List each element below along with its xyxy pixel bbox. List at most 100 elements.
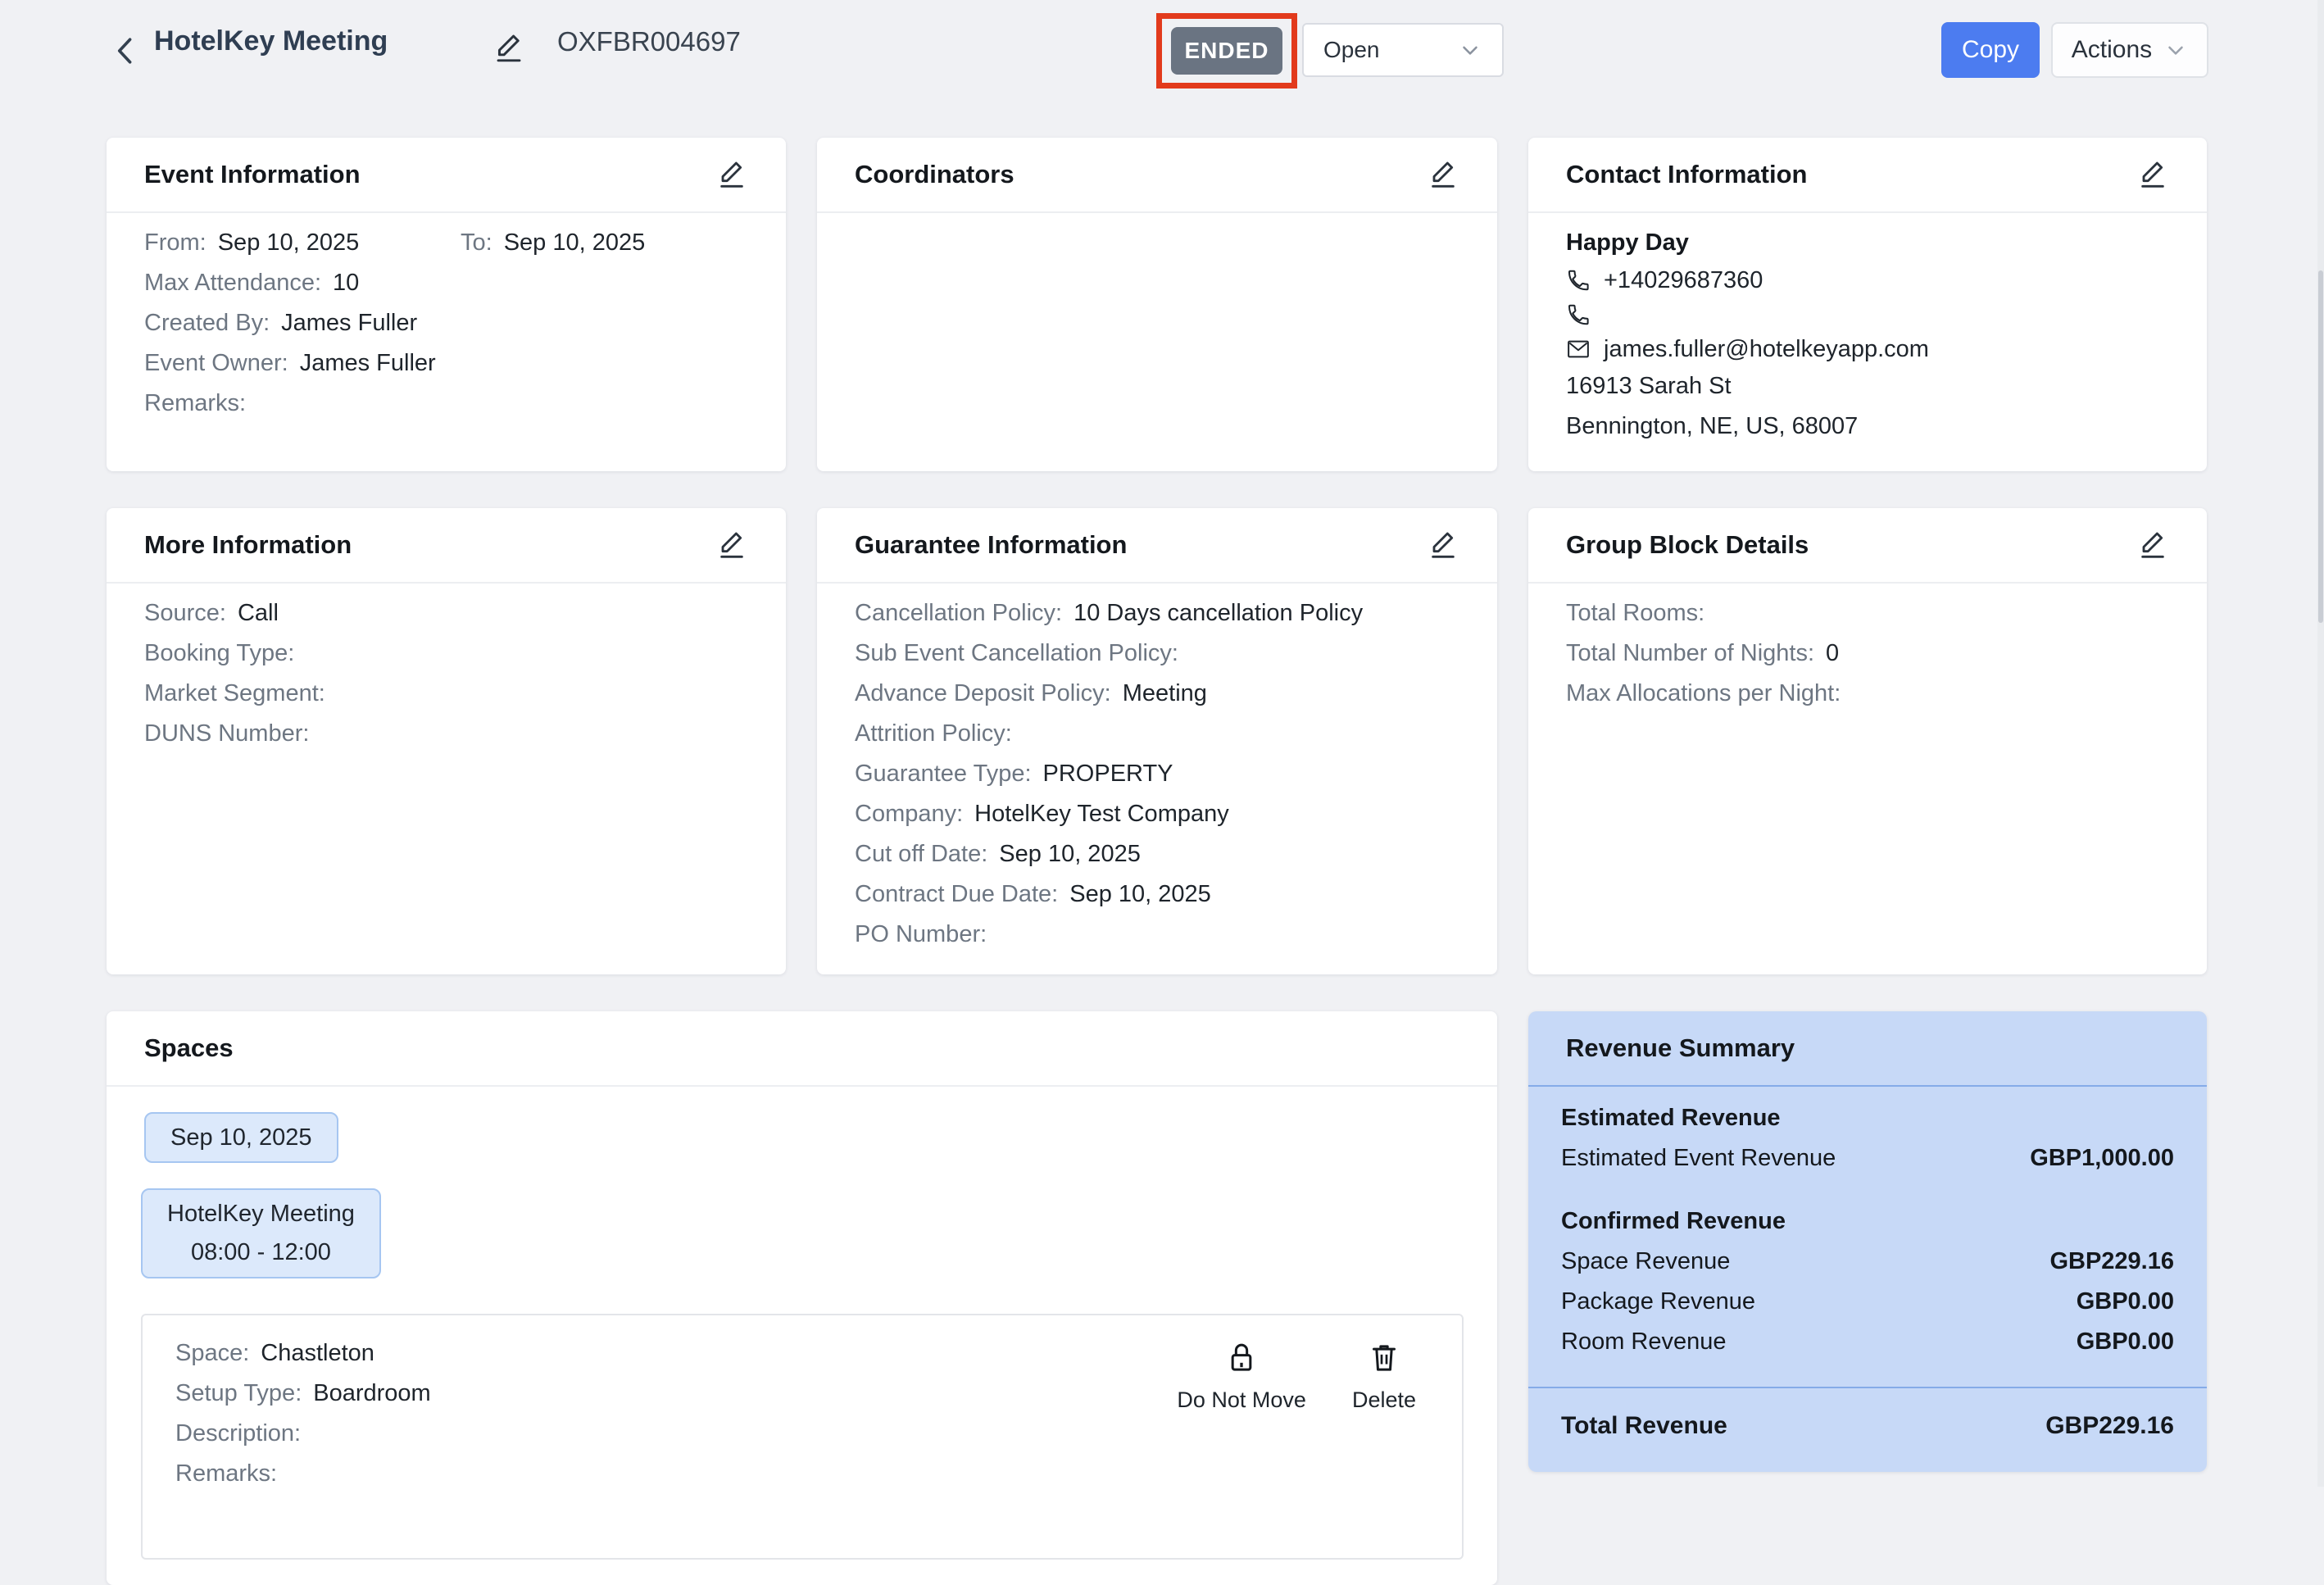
content-grid: Event Information From: Sep 10, 2025 To:…: [107, 138, 2317, 1585]
revenue-section-label: Confirmed Revenue: [1561, 1208, 1786, 1235]
actions-button[interactable]: Actions: [2051, 22, 2208, 78]
pencil-icon[interactable]: [1427, 157, 1459, 193]
guarantee-information-card: Guarantee Information Cancellation Polic…: [817, 508, 1497, 974]
field-value: 10 Days cancellation Policy: [1073, 600, 1363, 627]
pencil-icon[interactable]: [715, 157, 748, 193]
revenue-row: Estimated Event Revenue GBP1,000.00: [1561, 1138, 2174, 1179]
space-booking-chip[interactable]: HotelKey Meeting 08:00 - 12:00: [141, 1188, 381, 1278]
revenue-total-label: Total Revenue: [1561, 1412, 1727, 1440]
card-title: Spaces: [144, 1033, 234, 1063]
revenue-row: Room Revenue GBP0.00: [1561, 1322, 2174, 1362]
space-date-chip[interactable]: Sep 10, 2025: [144, 1112, 338, 1163]
field-row: Company: HotelKey Test Company: [855, 794, 1459, 834]
field-row: Created By: James Fuller: [144, 303, 748, 343]
booking-chip-name: HotelKey Meeting: [167, 1195, 355, 1233]
space-detail-panel: Space: Chastleton Setup Type: Boardroom …: [141, 1314, 1464, 1560]
scrollbar[interactable]: [2317, 0, 2324, 1487]
field-label: Space:: [175, 1340, 249, 1367]
field-value: HotelKey Test Company: [974, 801, 1229, 828]
field-value: 0: [1826, 640, 1839, 667]
pencil-icon[interactable]: [1427, 527, 1459, 563]
pencil-icon[interactable]: [2136, 527, 2169, 563]
field-label: Description:: [175, 1420, 301, 1447]
do-not-move-button[interactable]: Do Not Move: [1177, 1340, 1306, 1413]
do-not-move-label: Do Not Move: [1177, 1387, 1306, 1413]
revenue-row-label: Estimated Event Revenue: [1561, 1145, 1836, 1172]
contact-phone-row: +14029687360: [1566, 263, 2169, 297]
revenue-row-amount: GBP0.00: [2077, 1288, 2174, 1315]
revenue-section-header: Estimated Revenue: [1561, 1098, 2174, 1138]
card-title: Group Block Details: [1566, 530, 1809, 560]
chevron-left-icon: [108, 31, 144, 70]
revenue-row-label: Space Revenue: [1561, 1248, 1730, 1275]
record-id: OXFBR004697: [557, 26, 741, 57]
field-label: Booking Type:: [144, 640, 294, 667]
event-information-card: Event Information From: Sep 10, 2025 To:…: [107, 138, 786, 471]
field-row: From: Sep 10, 2025 To: Sep 10, 2025: [144, 223, 748, 263]
spaces-card: Spaces Sep 10, 2025 HotelKey Meeting 08:…: [107, 1011, 1497, 1585]
field-row: Source: Call: [144, 593, 748, 634]
field-row: Market Segment:: [144, 674, 748, 714]
contact-information-card: Contact Information Happy Day +140296873…: [1528, 138, 2207, 471]
revenue-row-label: Package Revenue: [1561, 1288, 1755, 1315]
pencil-icon[interactable]: [2136, 157, 2169, 193]
revenue-row: Package Revenue GBP0.00: [1561, 1282, 2174, 1322]
field-label: Source:: [144, 600, 226, 627]
field-row: Contract Due Date: Sep 10, 2025: [855, 874, 1459, 915]
revenue-row-amount: GBP0.00: [2077, 1328, 2174, 1356]
revenue-total-row: Total Revenue GBP229.16: [1528, 1387, 2207, 1440]
card-title: Contact Information: [1566, 160, 1808, 189]
field-label: Market Segment:: [144, 680, 325, 707]
field-value: Sep 10, 2025: [218, 229, 360, 257]
field-label: Event Owner:: [144, 350, 288, 377]
lock-icon: [1225, 1340, 1258, 1376]
field-value: PROPERTY: [1043, 761, 1173, 788]
scrollbar-thumb[interactable]: [2318, 270, 2323, 623]
field-value: Boardroom: [313, 1380, 430, 1407]
field-label: Max Attendance:: [144, 270, 321, 297]
booking-chip-time: 08:00 - 12:00: [191, 1233, 331, 1272]
page-title: HotelKey Meeting: [154, 25, 388, 57]
revenue-section-header: Confirmed Revenue: [1561, 1201, 2174, 1242]
back-button[interactable]: [108, 31, 144, 70]
contact-name: Happy Day: [1566, 229, 1689, 257]
field-label: Guarantee Type:: [855, 761, 1032, 788]
field-label: Created By:: [144, 310, 270, 337]
field-value: 10: [333, 270, 359, 297]
field-row: Description:: [175, 1414, 1429, 1454]
field-row: DUNS Number:: [144, 714, 748, 754]
pencil-icon: [492, 30, 526, 67]
field-label: Cut off Date:: [855, 841, 987, 868]
delete-button[interactable]: Delete: [1352, 1340, 1416, 1413]
pencil-icon[interactable]: [715, 527, 748, 563]
field-label: From:: [144, 229, 207, 257]
status-select-value: Open: [1323, 37, 1458, 63]
field-label: Total Number of Nights:: [1566, 640, 1814, 667]
trash-icon: [1368, 1340, 1400, 1376]
copy-button[interactable]: Copy: [1941, 22, 2040, 78]
field-label: Sub Event Cancellation Policy:: [855, 640, 1178, 667]
field-row: Remarks:: [175, 1454, 1429, 1494]
contact-phone: +14029687360: [1604, 267, 1763, 294]
revenue-summary-card: Revenue Summary Estimated Revenue Estima…: [1528, 1011, 2207, 1472]
more-information-card: More Information Source: Call Booking Ty…: [107, 508, 786, 974]
field-label: Total Rooms:: [1566, 600, 1704, 627]
contact-email-row: james.fuller@hotelkeyapp.com: [1566, 332, 2169, 366]
field-row: Total Number of Nights: 0: [1566, 634, 2169, 674]
field-label: PO Number:: [855, 921, 987, 948]
contact-name-row: Happy Day: [1566, 223, 2169, 263]
group-block-details-card: Group Block Details Total Rooms: Total N…: [1528, 508, 2207, 974]
revenue-row: Space Revenue GBP229.16: [1561, 1242, 2174, 1282]
field-value: James Fuller: [281, 310, 417, 337]
status-select[interactable]: Open: [1302, 23, 1504, 77]
edit-title-button[interactable]: [492, 30, 526, 67]
coordinators-empty-body: [817, 213, 1497, 233]
status-badge: ENDED: [1171, 27, 1282, 75]
field-value: Sep 10, 2025: [999, 841, 1141, 868]
field-row: Event Owner: James Fuller: [144, 343, 748, 384]
coordinators-card: Coordinators: [817, 138, 1497, 471]
field-label: Setup Type:: [175, 1380, 302, 1407]
chevron-down-icon: [1458, 38, 1482, 62]
contact-address-row: 16913 Sarah St: [1566, 366, 2169, 406]
field-row: Total Rooms:: [1566, 593, 2169, 634]
